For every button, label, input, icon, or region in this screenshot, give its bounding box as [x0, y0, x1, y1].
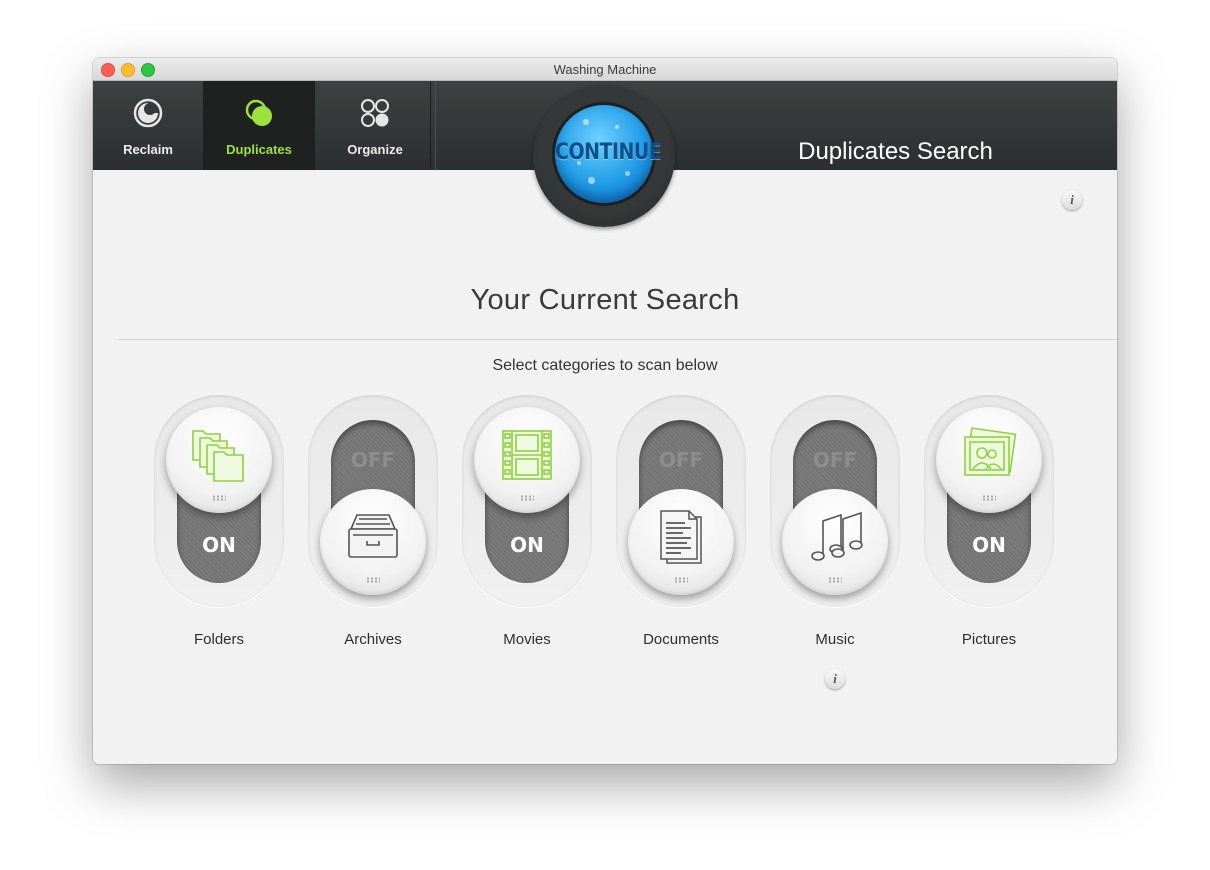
music-info-button[interactable]: i: [825, 669, 845, 689]
scan-instructions: Select categories to scan below: [492, 357, 718, 374]
continue-button-label: CONTINUE: [555, 139, 662, 165]
knob-grip: [828, 577, 842, 583]
toggle-knob[interactable]: [782, 489, 888, 595]
toggle-state-label: OFF: [812, 448, 858, 472]
toggle-state-label: OFF: [350, 448, 396, 472]
water-drop-icon: [625, 171, 630, 176]
music-notes-icon: [811, 511, 863, 561]
duplicates-icon: [245, 99, 272, 126]
knob-grip: [674, 577, 688, 583]
toggle-knob[interactable]: [166, 407, 272, 513]
tab-duplicates-label: Duplicates: [226, 142, 292, 157]
continue-button-bezel: CONTINUE: [533, 85, 675, 227]
movies-label: Movies: [503, 631, 551, 648]
toggle-knob[interactable]: [474, 407, 580, 513]
toggle-state-label: ON: [202, 533, 236, 557]
documents-toggle[interactable]: OFF: [616, 395, 746, 607]
pictures-toggle[interactable]: ON: [924, 395, 1054, 607]
current-search-title: Your Current Search: [470, 284, 740, 316]
toggle-knob[interactable]: [936, 407, 1042, 513]
tab-reclaim[interactable]: Reclaim: [93, 81, 204, 170]
water-drop-icon: [615, 125, 619, 129]
continue-button[interactable]: CONTINUE: [555, 105, 662, 203]
reclaim-icon: [133, 98, 163, 128]
film-icon: [502, 430, 552, 480]
toggle-state-label: OFF: [658, 448, 704, 472]
window-title: Washing Machine: [553, 62, 657, 77]
music-toggle[interactable]: OFF: [770, 395, 900, 607]
archive-icon: [348, 514, 398, 558]
toggle-state-label: ON: [972, 533, 1006, 557]
tab-organize[interactable]: Organize: [320, 81, 431, 170]
archives-toggle[interactable]: OFF: [308, 395, 438, 607]
knob-grip: [982, 495, 996, 501]
organize-icon: [361, 99, 389, 127]
toggle-knob[interactable]: [628, 489, 734, 595]
pictures-label: Pictures: [961, 631, 1017, 648]
movies-toggle[interactable]: ON: [462, 395, 592, 607]
knob-grip: [366, 577, 380, 583]
tab-organize-label: Organize: [347, 142, 403, 157]
folders-label: Folders: [193, 631, 245, 648]
toggle-knob[interactable]: [320, 489, 426, 595]
water-drop-icon: [588, 177, 595, 184]
knob-grip: [520, 495, 534, 501]
knob-grip: [212, 495, 226, 501]
page-header-title: Duplicates Search: [798, 138, 993, 165]
toggle-state-label: ON: [510, 533, 544, 557]
tab-reclaim-label: Reclaim: [123, 142, 173, 157]
archives-label: Archives: [344, 631, 402, 648]
documents-label: Documents: [643, 631, 719, 648]
document-icon: [660, 510, 702, 564]
tab-duplicates[interactable]: Duplicates: [204, 81, 315, 170]
water-drop-icon: [583, 119, 589, 125]
pictures-icon: [964, 427, 1017, 476]
section-divider: [118, 339, 1117, 340]
title-bar: Washing Machine: [93, 58, 1117, 81]
toolbar-divider: [435, 81, 436, 170]
header-info-button[interactable]: i: [1062, 190, 1082, 210]
music-label: Music: [815, 631, 855, 648]
folders-toggle[interactable]: ON: [154, 395, 284, 607]
app-window: Washing Machine Reclaim Duplicates Organ…: [93, 58, 1117, 764]
folders-icon: [192, 430, 244, 482]
